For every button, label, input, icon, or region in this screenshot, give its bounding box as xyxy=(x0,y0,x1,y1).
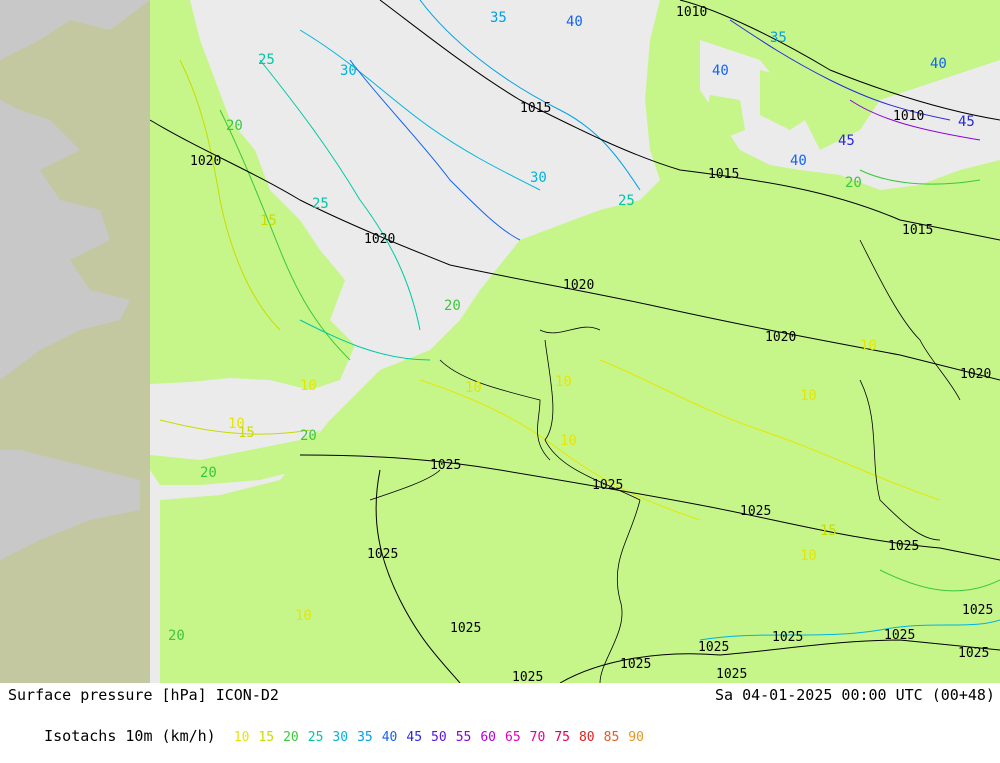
legend-value-30: 30 xyxy=(332,730,349,745)
isotach-legend-label: Isotachs 10m (km/h) xyxy=(44,727,216,745)
isobar-label: 1020 xyxy=(364,232,395,247)
isobar-label: 1025 xyxy=(592,478,623,493)
isotach-label: 15 xyxy=(260,213,277,229)
legend-value-90: 90 xyxy=(628,730,644,745)
legend-value-55: 55 xyxy=(455,730,472,745)
weather-map: 1010 1010 1015 1015 1015 1020 1020 1020 … xyxy=(0,0,1000,683)
isotach-label: 40 xyxy=(790,153,807,169)
isotach-label: 20 xyxy=(168,628,185,644)
legend-value-40: 40 xyxy=(381,730,398,745)
legend-value-75: 75 xyxy=(554,730,570,745)
isotach-label: 20 xyxy=(300,428,317,444)
isotach-label: 10 xyxy=(860,338,877,354)
legend-value-50: 50 xyxy=(431,730,447,745)
legend-value-35: 35 xyxy=(357,730,373,745)
isobar-label: 1020 xyxy=(960,367,991,382)
isobar-label: 1015 xyxy=(708,167,739,182)
map-datetime: Sa 04-01-2025 00:00 UTC (00+48) xyxy=(715,686,995,704)
map-footer: Surface pressure [hPa] ICON-D2 Sa 04-01-… xyxy=(0,683,1000,745)
isotach-label: 25 xyxy=(258,52,275,68)
isotach-label: 10 xyxy=(800,388,817,404)
isobar-label: 1015 xyxy=(520,101,551,116)
legend-value-80: 80 xyxy=(578,730,595,745)
isobar-label: 1010 xyxy=(676,5,707,20)
isotach-label: 20 xyxy=(444,298,461,314)
legend-value-20: 20 xyxy=(283,730,299,745)
isobar-label: 1020 xyxy=(765,330,796,345)
isobar-label: 1025 xyxy=(450,621,481,636)
isotach-label: 10 xyxy=(465,380,482,396)
isotach-label: 40 xyxy=(930,56,947,72)
isotach-label: 25 xyxy=(312,196,329,212)
isobar-label: 1015 xyxy=(902,223,933,238)
isotach-label: 35 xyxy=(490,10,507,26)
isobar-label: 1025 xyxy=(698,640,729,655)
legend-value-45: 45 xyxy=(406,730,423,745)
isobar-label: 1025 xyxy=(884,628,915,643)
isotach-label: 30 xyxy=(530,170,547,186)
legend-value-85: 85 xyxy=(603,730,620,745)
isobar-label: 1025 xyxy=(772,630,803,645)
isobar-label: 1025 xyxy=(958,646,989,661)
isobar-label: 1010 xyxy=(893,109,924,124)
isotach-label: 20 xyxy=(200,465,217,481)
isotach-label: 35 xyxy=(770,30,787,46)
isotach-label: 15 xyxy=(238,425,255,441)
isobar-label: 1025 xyxy=(430,458,461,473)
legend-value-65: 65 xyxy=(505,730,521,745)
isotach-label: 10 xyxy=(295,608,312,624)
isotach-label: 10 xyxy=(555,374,572,390)
isotach-label: 20 xyxy=(226,118,243,134)
isotach-label: 45 xyxy=(958,114,975,130)
isotach-label: 15 xyxy=(820,523,837,539)
isotach-label: 40 xyxy=(566,14,583,30)
isobar-label: 1025 xyxy=(740,504,771,519)
isobar-label: 1020 xyxy=(563,278,594,293)
isobar-label: 1025 xyxy=(620,657,651,672)
isotach-label: 25 xyxy=(618,193,635,209)
legend-value-10: 10 xyxy=(233,730,250,745)
isotach-label: 10 xyxy=(560,433,577,449)
legend-value-15: 15 xyxy=(258,730,275,745)
isobar-label: 1025 xyxy=(512,670,543,683)
isotach-label: 40 xyxy=(712,63,729,79)
legend-value-70: 70 xyxy=(529,730,546,745)
isobar-label: 1025 xyxy=(367,547,398,562)
isotach-label: 10 xyxy=(300,378,317,394)
isobar-label: 1025 xyxy=(962,603,993,618)
isotach-label: 10 xyxy=(800,548,817,564)
isobar-label: 1020 xyxy=(190,154,221,169)
isotach-label: 30 xyxy=(340,63,357,79)
isotach-legend-values: 10 15 20 25 30 35 40 45 50 55 60 65 70 75 80 85 90 xyxy=(234,727,653,745)
isotach-label: 20 xyxy=(845,175,862,191)
legend-value-60: 60 xyxy=(480,730,496,745)
map-title: Surface pressure [hPa] ICON-D2 xyxy=(8,686,279,704)
isotach-legend: Isotachs 10m (km/h) 10 15 20 25 30 35 40 45 50 55… xyxy=(8,709,653,763)
isotach-label: 45 xyxy=(838,133,855,149)
isobar-label: 1025 xyxy=(888,539,919,554)
legend-value-25: 25 xyxy=(307,730,324,745)
isobar-label: 1025 xyxy=(716,667,747,682)
